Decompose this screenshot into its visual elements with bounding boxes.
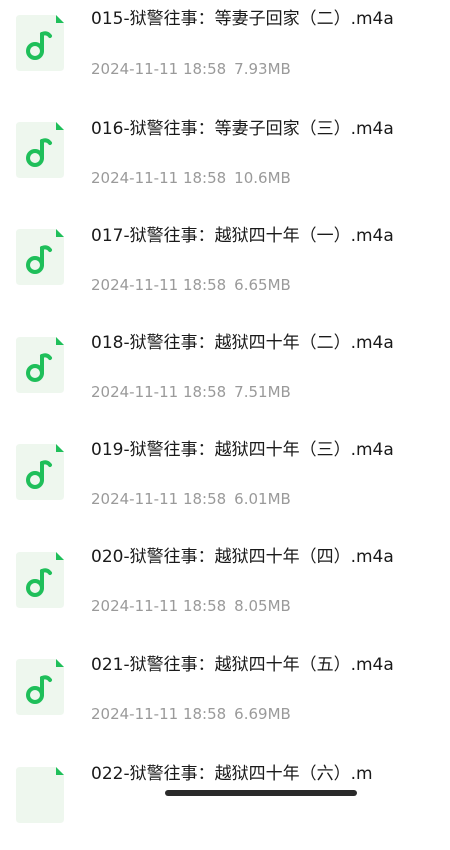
file-name: 016-狱警往事：等妻子回家（三）.m4a [91, 119, 394, 139]
music-file-icon [14, 120, 66, 180]
file-meta: 2024-11-11 18:58 6.01MB [91, 490, 291, 508]
file-row[interactable]: 017-狱警往事：越狱四十年（一）.m4a 2024-11-11 18:58 6.… [0, 214, 450, 314]
file-row[interactable]: 015-狱警往事：等妻子回家（二）.m4a 2024-11-11 18:58 7.… [0, 0, 450, 100]
file-name: 015-狱警往事：等妻子回家（二）.m4a [91, 9, 394, 29]
music-file-icon [14, 765, 66, 825]
file-row[interactable]: 019-狱警往事：越狱四十年（三）.m4a 2024-11-11 18:58 6.… [0, 428, 450, 528]
file-date: 2024-11-11 18:58 [91, 383, 227, 401]
music-file-icon [14, 227, 66, 287]
file-row[interactable]: 016-狱警往事：等妻子回家（三）.m4a 2024-11-11 18:58 10… [0, 107, 450, 207]
music-file-icon [14, 442, 66, 502]
file-size: 6.65MB [234, 276, 291, 294]
file-date: 2024-11-11 18:58 [91, 60, 227, 78]
file-row[interactable]: 018-狱警往事：越狱四十年（二）.m4a 2024-11-11 18:58 7.… [0, 321, 450, 421]
file-meta: 2024-11-11 18:58 7.51MB [91, 383, 291, 401]
music-file-icon [14, 550, 66, 610]
file-meta: 2024-11-11 18:58 7.93MB [91, 60, 291, 78]
file-meta: 2024-11-11 18:58 8.05MB [91, 597, 291, 615]
file-meta: 2024-11-11 18:58 10.6MB [91, 169, 291, 187]
file-row[interactable]: 020-狱警往事：越狱四十年（四）.m4a 2024-11-11 18:58 8.… [0, 536, 450, 636]
music-file-icon [14, 335, 66, 395]
file-date: 2024-11-11 18:58 [91, 597, 227, 615]
file-size: 8.05MB [234, 597, 291, 615]
file-date: 2024-11-11 18:58 [91, 490, 227, 508]
file-row[interactable]: 022-狱警往事：越狱四十年（六）.m [0, 750, 450, 850]
file-meta: 2024-11-11 18:58 6.69MB [91, 705, 291, 723]
file-date: 2024-11-11 18:58 [91, 705, 227, 723]
file-date: 2024-11-11 18:58 [91, 276, 227, 294]
file-name: 019-狱警往事：越狱四十年（三）.m4a [91, 440, 394, 460]
file-name: 020-狱警往事：越狱四十年（四）.m4a [91, 547, 394, 567]
file-size: 7.93MB [234, 60, 291, 78]
music-file-icon [14, 657, 66, 717]
file-size: 6.69MB [234, 705, 291, 723]
file-size: 7.51MB [234, 383, 291, 401]
file-name: 017-狱警往事：越狱四十年（一）.m4a [91, 226, 394, 246]
file-row[interactable]: 021-狱警往事：越狱四十年（五）.m4a 2024-11-11 18:58 6.… [0, 643, 450, 743]
music-file-icon [14, 13, 66, 73]
file-name: 021-狱警往事：越狱四十年（五）.m4a [91, 655, 394, 675]
home-indicator[interactable] [165, 790, 357, 796]
file-date: 2024-11-11 18:58 [91, 169, 227, 187]
file-name: 018-狱警往事：越狱四十年（二）.m4a [91, 333, 394, 353]
file-meta: 2024-11-11 18:58 6.65MB [91, 276, 291, 294]
file-size: 10.6MB [234, 169, 291, 187]
file-name: 022-狱警往事：越狱四十年（六）.m [91, 764, 373, 784]
file-size: 6.01MB [234, 490, 291, 508]
